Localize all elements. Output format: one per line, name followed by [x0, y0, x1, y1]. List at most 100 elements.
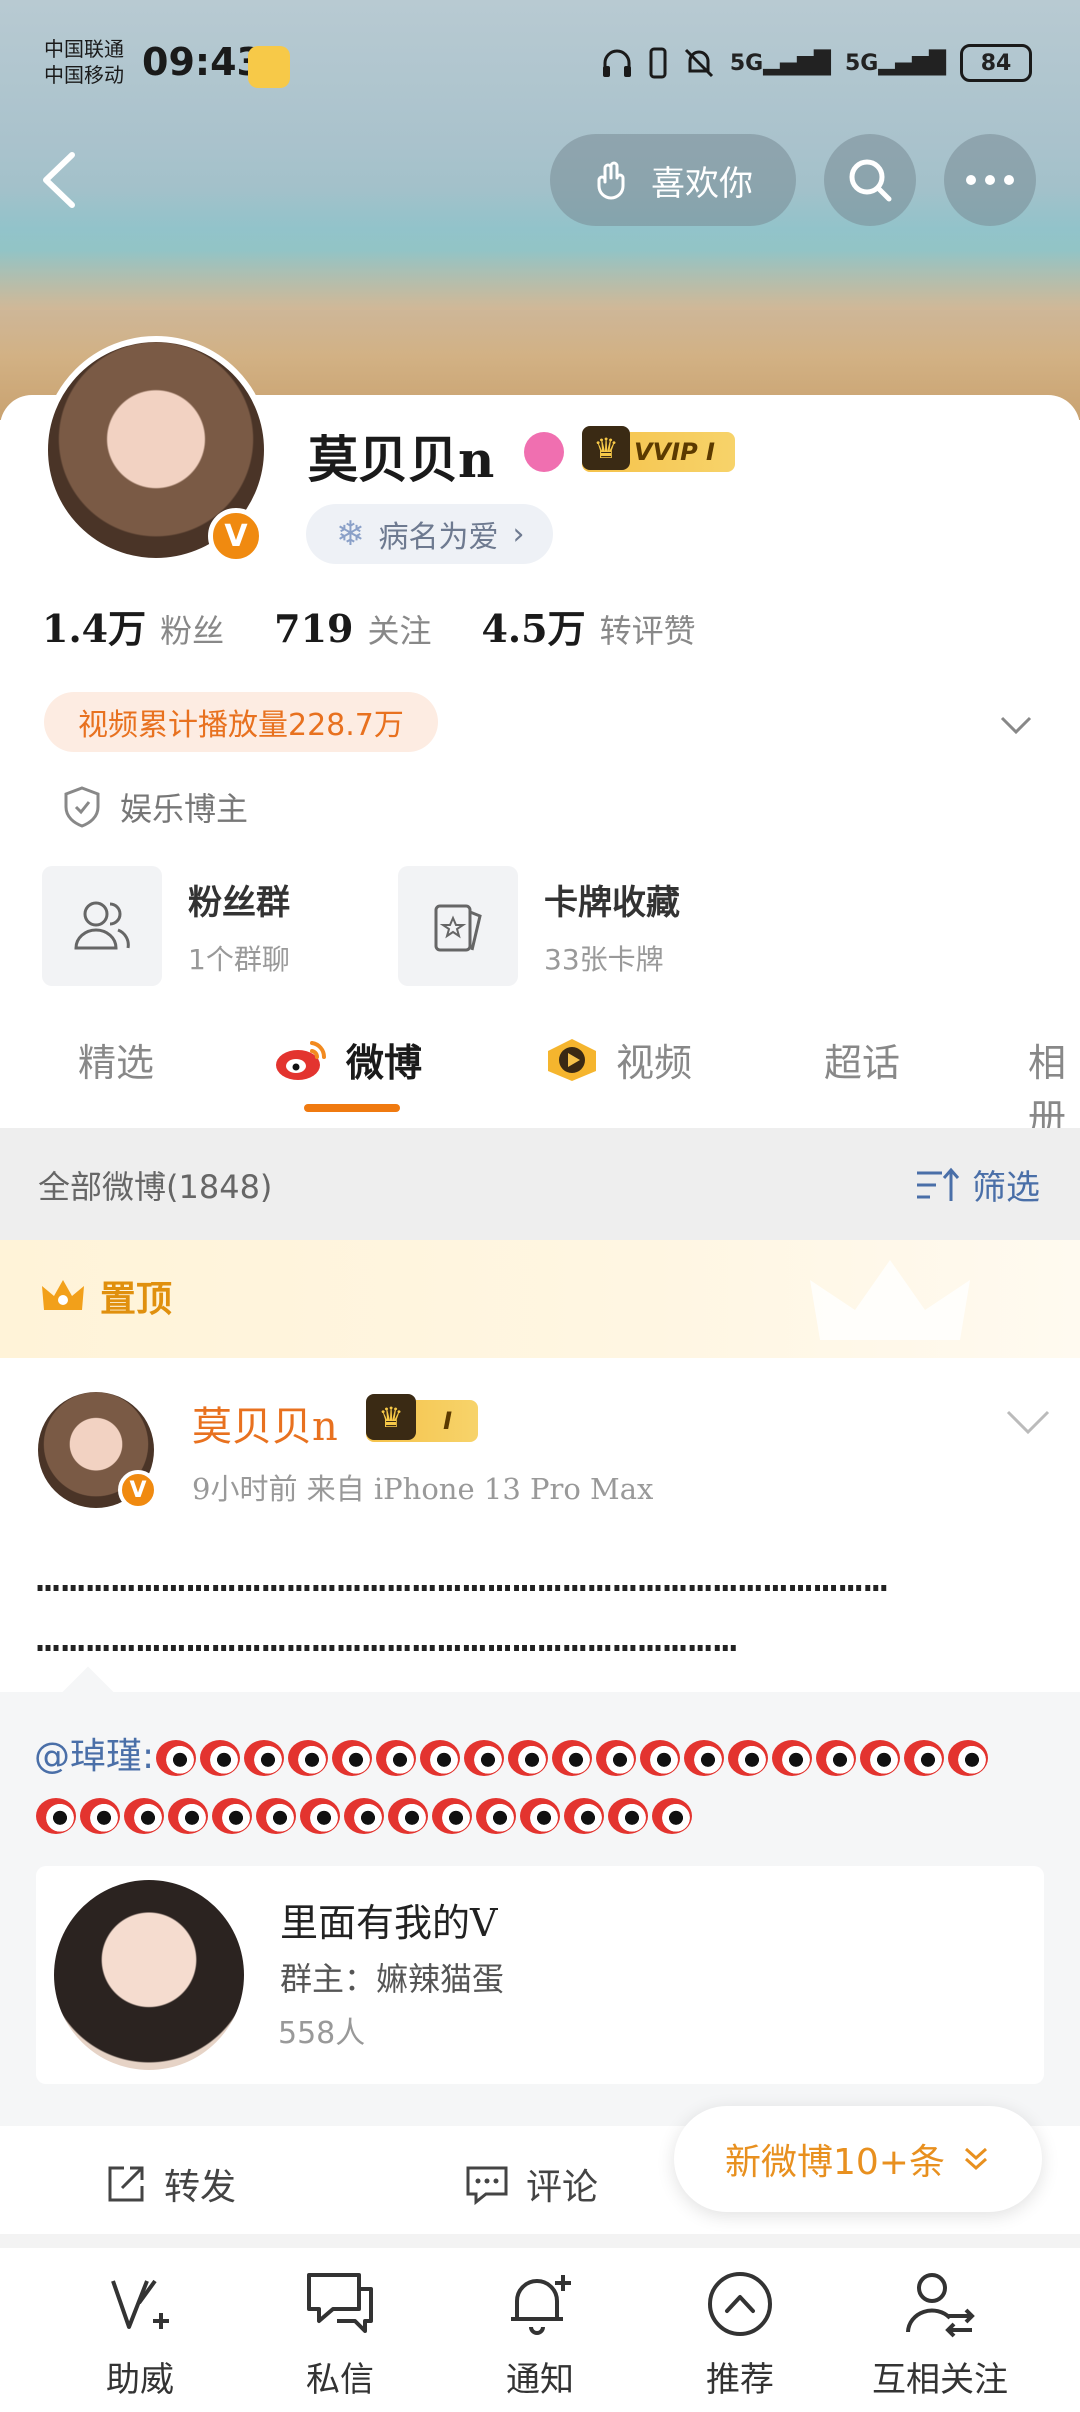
active-tab-indicator — [304, 1104, 400, 1112]
filter-button[interactable]: 筛选 — [914, 1160, 1040, 1209]
bell-icon — [500, 2264, 580, 2344]
group-title: 里面有我的V — [280, 1901, 498, 1945]
weibo-emoji-icon — [344, 1798, 384, 1834]
category-row[interactable]: 娱乐博主 — [62, 784, 248, 830]
carrier-2: 中国移动 — [44, 63, 124, 87]
pink-search-badge-icon[interactable] — [524, 432, 564, 472]
weibo-emoji-row — [34, 1794, 694, 1835]
crown-icon: ♛ — [366, 1394, 416, 1440]
tab-label: 精选 — [78, 1041, 155, 1085]
weibo-logo-icon — [276, 1040, 327, 1080]
new-posts-button[interactable]: 新微博10+条 — [674, 2106, 1042, 2212]
weibo-emoji-icon — [212, 1798, 252, 1834]
stat-value: 719 — [274, 606, 354, 651]
repost-user-link[interactable]: @琸瑾 — [34, 1736, 142, 1777]
tab-album[interactable]: 相册 — [1028, 1032, 1080, 1142]
verified-v-icon: V — [118, 1470, 158, 1510]
weibo-emoji-row — [154, 1736, 990, 1777]
stat-interactions[interactable]: 4.5万 转评赞 — [481, 598, 695, 653]
post-meta: 9小时前 来自 iPhone 13 Pro Max — [192, 1472, 654, 1506]
follow-icon — [900, 2264, 980, 2344]
filter-sort-icon — [917, 1167, 960, 1201]
cheer-icon — [100, 2264, 180, 2344]
tile-title: 粉丝群 — [188, 882, 290, 923]
crown-icon: ♛ — [582, 426, 630, 470]
tab-video[interactable]: 视频 — [544, 1032, 692, 1087]
stat-label: 粉丝 — [160, 612, 225, 650]
fan-group-tile[interactable]: 粉丝群 1个群聊 — [42, 866, 290, 986]
comment-icon — [466, 2166, 508, 2206]
tab-label: 视频 — [616, 1041, 693, 1085]
share-icon — [108, 2166, 144, 2202]
chevron-down-icon — [1006, 1410, 1050, 1435]
group-owner: 群主：嫲辣猫蛋 — [280, 1960, 505, 1998]
search-button[interactable] — [824, 134, 916, 226]
tile-subtitle: 33张卡牌 — [544, 942, 664, 976]
tile-subtitle: 1个群聊 — [188, 942, 290, 976]
group-avatar — [54, 1880, 244, 2070]
stat-following[interactable]: 719 关注 — [274, 606, 431, 652]
nav-messages[interactable]: 私信 — [250, 2264, 430, 2401]
filter-label: 筛选 — [972, 1168, 1040, 1208]
weibo-emoji-icon — [652, 1798, 692, 1834]
crown-watermark-icon — [810, 1260, 970, 1340]
like-you-button[interactable]: 喜欢你 — [550, 134, 796, 226]
pinned-label-row: 置顶 — [40, 1270, 172, 1322]
fan-group-icon-box — [42, 866, 162, 986]
back-button[interactable] — [30, 145, 90, 215]
vvip-label: VVIP I — [634, 438, 715, 466]
nav-mutual-follow[interactable]: 互相关注 — [850, 2264, 1030, 2401]
weibo-emoji-icon — [596, 1740, 637, 1776]
video-play-count[interactable]: 视频累计播放量228.7万 — [44, 692, 438, 752]
expand-profile-button[interactable] — [996, 706, 1036, 746]
weibo-emoji-icon — [608, 1798, 648, 1834]
comment-button[interactable]: 评论 — [464, 2158, 598, 2210]
nav-label: 私信 — [306, 2360, 374, 2400]
profile-tag[interactable]: ❄ 病名为爱 › — [306, 504, 553, 564]
post-author-name[interactable]: 莫贝贝n — [192, 1394, 338, 1452]
post-menu-button[interactable] — [1004, 1404, 1052, 1440]
message-icon — [300, 2264, 380, 2344]
weibo-emoji-icon — [36, 1798, 76, 1834]
carrier-1: 中国联通 — [44, 37, 124, 61]
card-collection-tile[interactable]: 卡牌收藏 33张卡牌 — [398, 866, 680, 986]
weibo-emoji-icon — [860, 1740, 901, 1776]
nav-label: 助威 — [106, 2360, 174, 2400]
mute-icon — [684, 48, 713, 78]
weibo-emoji-icon — [80, 1798, 120, 1834]
like-you-label: 喜欢你 — [651, 163, 753, 204]
profile-tag-label: 病名为爱 — [378, 520, 499, 555]
weibo-emoji-icon — [564, 1798, 604, 1834]
nav-label: 通知 — [506, 2360, 574, 2400]
card-star-icon — [434, 904, 482, 952]
repost-label: 转发 — [164, 2167, 237, 2208]
status-icons: 5G▂▄▆█ 5G▂▄▆█ 84 — [600, 44, 1032, 82]
video-play-icon — [548, 1038, 596, 1081]
tab-super-topic[interactable]: 超话 — [824, 1032, 900, 1087]
repost-button[interactable]: 转发 — [104, 2158, 236, 2210]
weibo-emoji-icon — [508, 1740, 549, 1776]
tab-label: 相册 — [1028, 1041, 1067, 1140]
double-chevron-down-icon — [964, 2147, 987, 2171]
tab-label: 超话 — [824, 1041, 901, 1085]
chevron-down-icon — [1000, 716, 1032, 735]
weibo-emoji-icon — [200, 1740, 241, 1776]
battery-indicator: 84 — [960, 44, 1032, 82]
more-button[interactable] — [944, 134, 1036, 226]
weibo-emoji-icon — [124, 1798, 164, 1834]
chevron-right-icon: › — [512, 516, 525, 552]
nav-notifications[interactable]: 通知 — [450, 2264, 630, 2401]
weibo-emoji-icon — [684, 1740, 725, 1776]
stat-label: 关注 — [367, 612, 432, 650]
group-member-count: 558人 — [278, 2016, 366, 2051]
tab-weibo[interactable]: 微博 — [272, 1032, 422, 1087]
stat-followers[interactable]: 1.4万 粉丝 — [42, 598, 224, 653]
weibo-emoji-icon — [300, 1798, 340, 1834]
nav-cheer[interactable]: 助威 — [50, 2264, 230, 2401]
weibo-emoji-icon — [244, 1740, 285, 1776]
tab-featured[interactable]: 精选 — [78, 1032, 154, 1087]
snowflake-icon: ❄ — [336, 514, 365, 554]
vibrate-icon — [649, 47, 667, 79]
nav-recommend[interactable]: 推荐 — [650, 2264, 830, 2401]
weibo-emoji-icon — [728, 1740, 769, 1776]
